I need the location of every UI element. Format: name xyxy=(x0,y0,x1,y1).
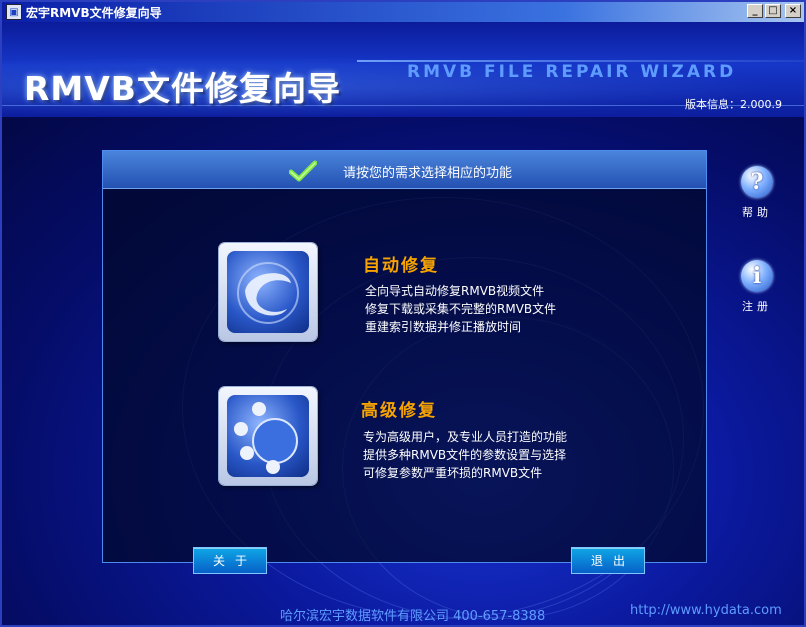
advanced-repair-desc: 专为高级用户，及专业人员打造的功能 xyxy=(363,430,568,444)
company-info: 哈尔滨宏宇数据软件有限公司 400-657-8388 xyxy=(280,609,546,624)
window-title: 宏宇RMVB文件修复向导 xyxy=(26,5,162,20)
app-window: ▣ 宏宇RMVB文件修复向导 _ □ × RMVB文件修复向导 RMVB FIL… xyxy=(0,0,806,627)
advanced-repair-desc: 提供多种RMVB文件的参数设置与选择 xyxy=(363,448,567,462)
auto-repair-icon-art xyxy=(227,251,309,333)
minimize-button[interactable]: _ xyxy=(747,4,763,18)
swirl-icon xyxy=(237,262,299,324)
auto-repair-title[interactable]: 自动修复 xyxy=(363,251,439,276)
auto-repair-desc: 修复下载或采集不完整的RMVB文件 xyxy=(365,302,557,316)
help-label[interactable]: 帮助 xyxy=(727,204,787,220)
advanced-repair-icon-art xyxy=(227,395,309,477)
header-banner: RMVB文件修复向导 RMVB FILE REPAIR WIZARD 版本信息：… xyxy=(2,22,804,117)
panel-title: 请按您的需求选择相应的功能 xyxy=(343,166,513,181)
help-button[interactable]: ? 帮助 xyxy=(727,166,787,220)
website-link[interactable]: http://www.hydata.com xyxy=(630,603,782,618)
function-panel: 请按您的需求选择相应的功能 自动修复 全向导式自动修复RMVB视频文件 修复下载… xyxy=(102,150,707,563)
window-controls: _ □ × xyxy=(747,4,801,18)
orbit-icon xyxy=(234,402,298,474)
panel-header: 请按您的需求选择相应的功能 xyxy=(103,151,706,189)
help-icon[interactable]: ? xyxy=(741,166,773,198)
app-icon: ▣ xyxy=(6,4,22,20)
register-label[interactable]: 注册 xyxy=(727,298,787,314)
brand-subtitle: RMVB FILE REPAIR WIZARD xyxy=(407,62,737,82)
auto-repair-desc: 全向导式自动修复RMVB视频文件 xyxy=(365,284,545,298)
title-bar[interactable]: ▣ 宏宇RMVB文件修复向导 _ □ × xyxy=(2,2,804,22)
advanced-repair-title[interactable]: 高级修复 xyxy=(361,396,437,421)
advanced-repair-desc: 可修复参数严重坏损的RMVB文件 xyxy=(363,466,543,480)
maximize-button[interactable]: □ xyxy=(765,4,781,18)
brand-title: RMVB文件修复向导 xyxy=(24,69,341,108)
auto-repair-desc: 重建索引数据并修正播放时间 xyxy=(365,320,522,334)
advanced-repair-icon[interactable] xyxy=(219,387,317,485)
register-button[interactable]: i 注册 xyxy=(727,260,787,314)
close-button[interactable]: × xyxy=(785,4,801,18)
version-info: 版本信息：2.000.9 xyxy=(685,98,782,111)
checkmark-icon xyxy=(289,160,317,182)
info-icon[interactable]: i xyxy=(741,260,773,292)
auto-repair-icon[interactable] xyxy=(219,243,317,341)
exit-button[interactable]: 退出 xyxy=(571,547,645,574)
about-button[interactable]: 关于 xyxy=(193,547,267,574)
